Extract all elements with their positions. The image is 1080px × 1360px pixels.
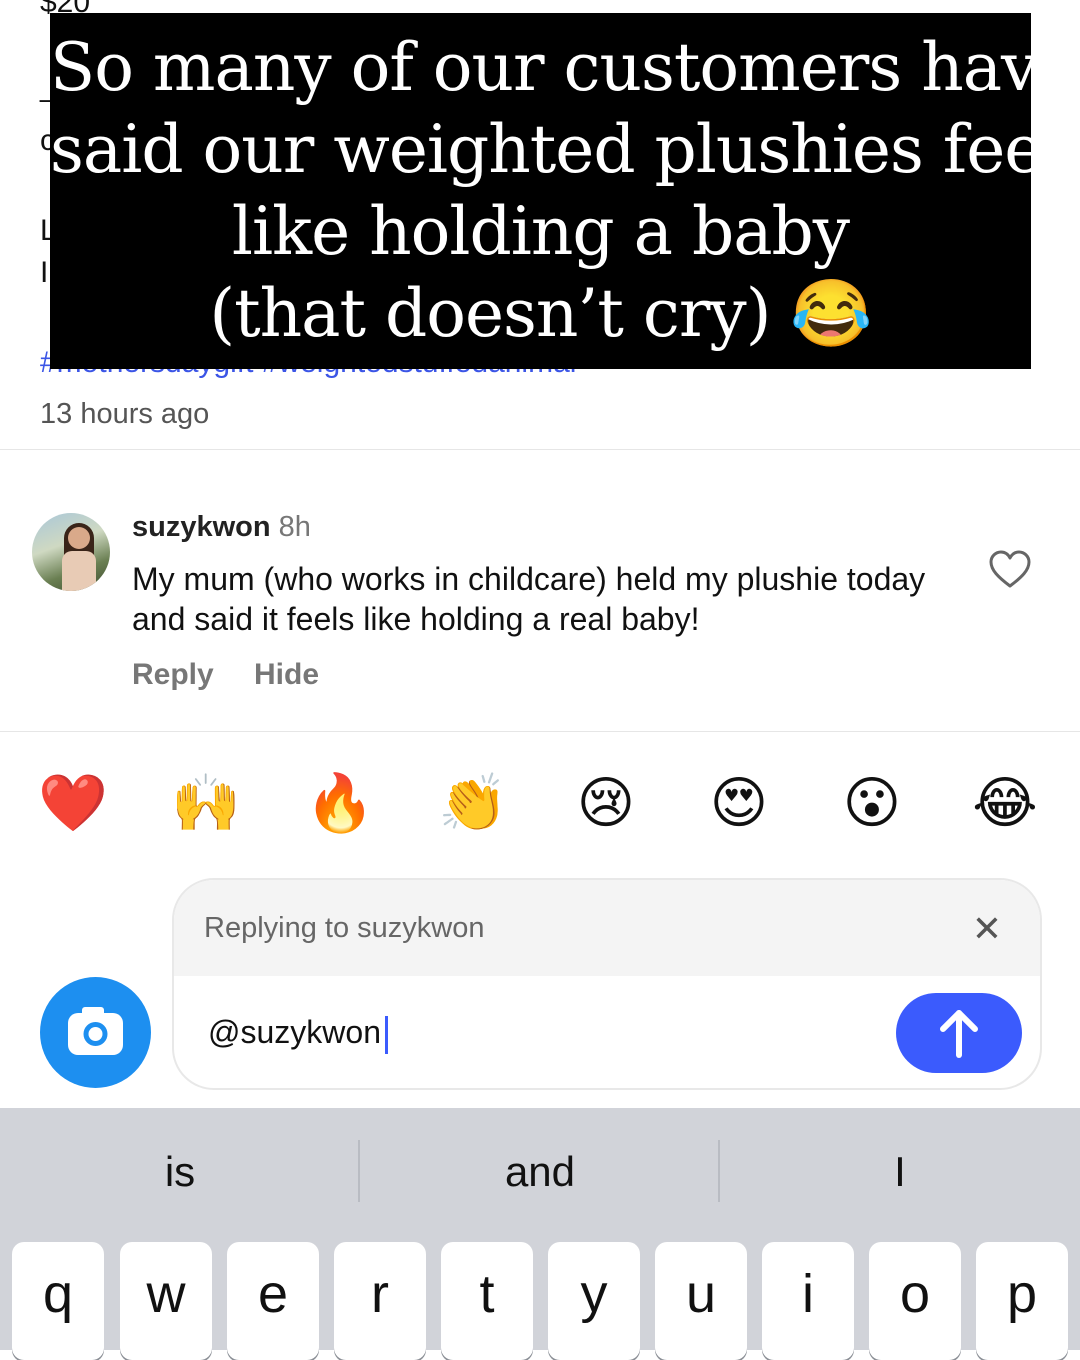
- key-i[interactable]: i: [762, 1242, 854, 1360]
- comment-username[interactable]: suzykwon: [132, 511, 271, 543]
- suggestion-word[interactable]: I: [800, 1148, 1000, 1196]
- divider: [0, 449, 1080, 450]
- comment-header: suzykwon 8h: [132, 511, 311, 544]
- reaction-fire[interactable]: 🔥: [305, 770, 375, 836]
- input-value: @suzykwon: [208, 1014, 381, 1050]
- post-timestamp: 13 hours ago: [40, 398, 210, 430]
- key-o[interactable]: o: [869, 1242, 961, 1360]
- text-caret: [384, 1015, 388, 1054]
- reaction-heart-eyes[interactable]: 😍: [704, 770, 774, 836]
- heart-icon[interactable]: [988, 549, 1032, 589]
- reply-composer: Replying to suzykwon ✕ @suzykwon: [172, 878, 1042, 1090]
- divider: [0, 731, 1080, 732]
- caption-line: like holding a baby: [231, 193, 850, 270]
- arrow-up-icon: [940, 1010, 978, 1058]
- hide-button[interactable]: Hide: [254, 658, 319, 692]
- suggestion-separator: [358, 1140, 360, 1202]
- reaction-heart[interactable]: ❤️: [38, 770, 108, 836]
- key-w[interactable]: w: [120, 1242, 212, 1360]
- caption-line: (that doesn’t cry) 😂: [209, 275, 872, 352]
- reaction-surprised[interactable]: 😮: [837, 770, 907, 836]
- key-e[interactable]: e: [227, 1242, 319, 1360]
- reaction-laughing[interactable]: 😂: [970, 770, 1040, 836]
- caption-overlay: So many of our customers have said our w…: [50, 13, 1080, 369]
- camera-icon: [68, 1007, 123, 1055]
- reaction-raised-hands[interactable]: 🙌: [171, 770, 241, 836]
- reaction-crying[interactable]: 😢: [571, 770, 641, 836]
- key-y[interactable]: y: [548, 1242, 640, 1360]
- suggestion-word[interactable]: and: [440, 1148, 640, 1196]
- suggestion-separator: [718, 1140, 720, 1202]
- key-r[interactable]: r: [334, 1242, 426, 1360]
- key-u[interactable]: u: [655, 1242, 747, 1360]
- avatar[interactable]: [32, 513, 110, 591]
- comment-text: My mum (who works in childcare) held my …: [132, 561, 926, 637]
- replying-label: Replying to suzykwon: [204, 912, 485, 944]
- camera-button[interactable]: [40, 977, 151, 1088]
- key-p[interactable]: p: [976, 1242, 1068, 1360]
- caption-line: So many of our customers have: [50, 29, 1076, 106]
- reaction-clap[interactable]: 👏: [438, 770, 508, 836]
- caption-line: said our weighted plushies feels: [50, 111, 1080, 188]
- key-t[interactable]: t: [441, 1242, 533, 1360]
- comment-input[interactable]: @suzykwon: [208, 1014, 388, 1054]
- send-button[interactable]: [896, 993, 1022, 1073]
- post-text-fragment: I: [40, 256, 49, 289]
- close-icon[interactable]: ✕: [972, 908, 1002, 950]
- comment-age: 8h: [278, 511, 311, 543]
- key-q[interactable]: q: [12, 1242, 104, 1360]
- suggestion-word[interactable]: is: [80, 1148, 280, 1196]
- reply-button[interactable]: Reply: [132, 658, 214, 692]
